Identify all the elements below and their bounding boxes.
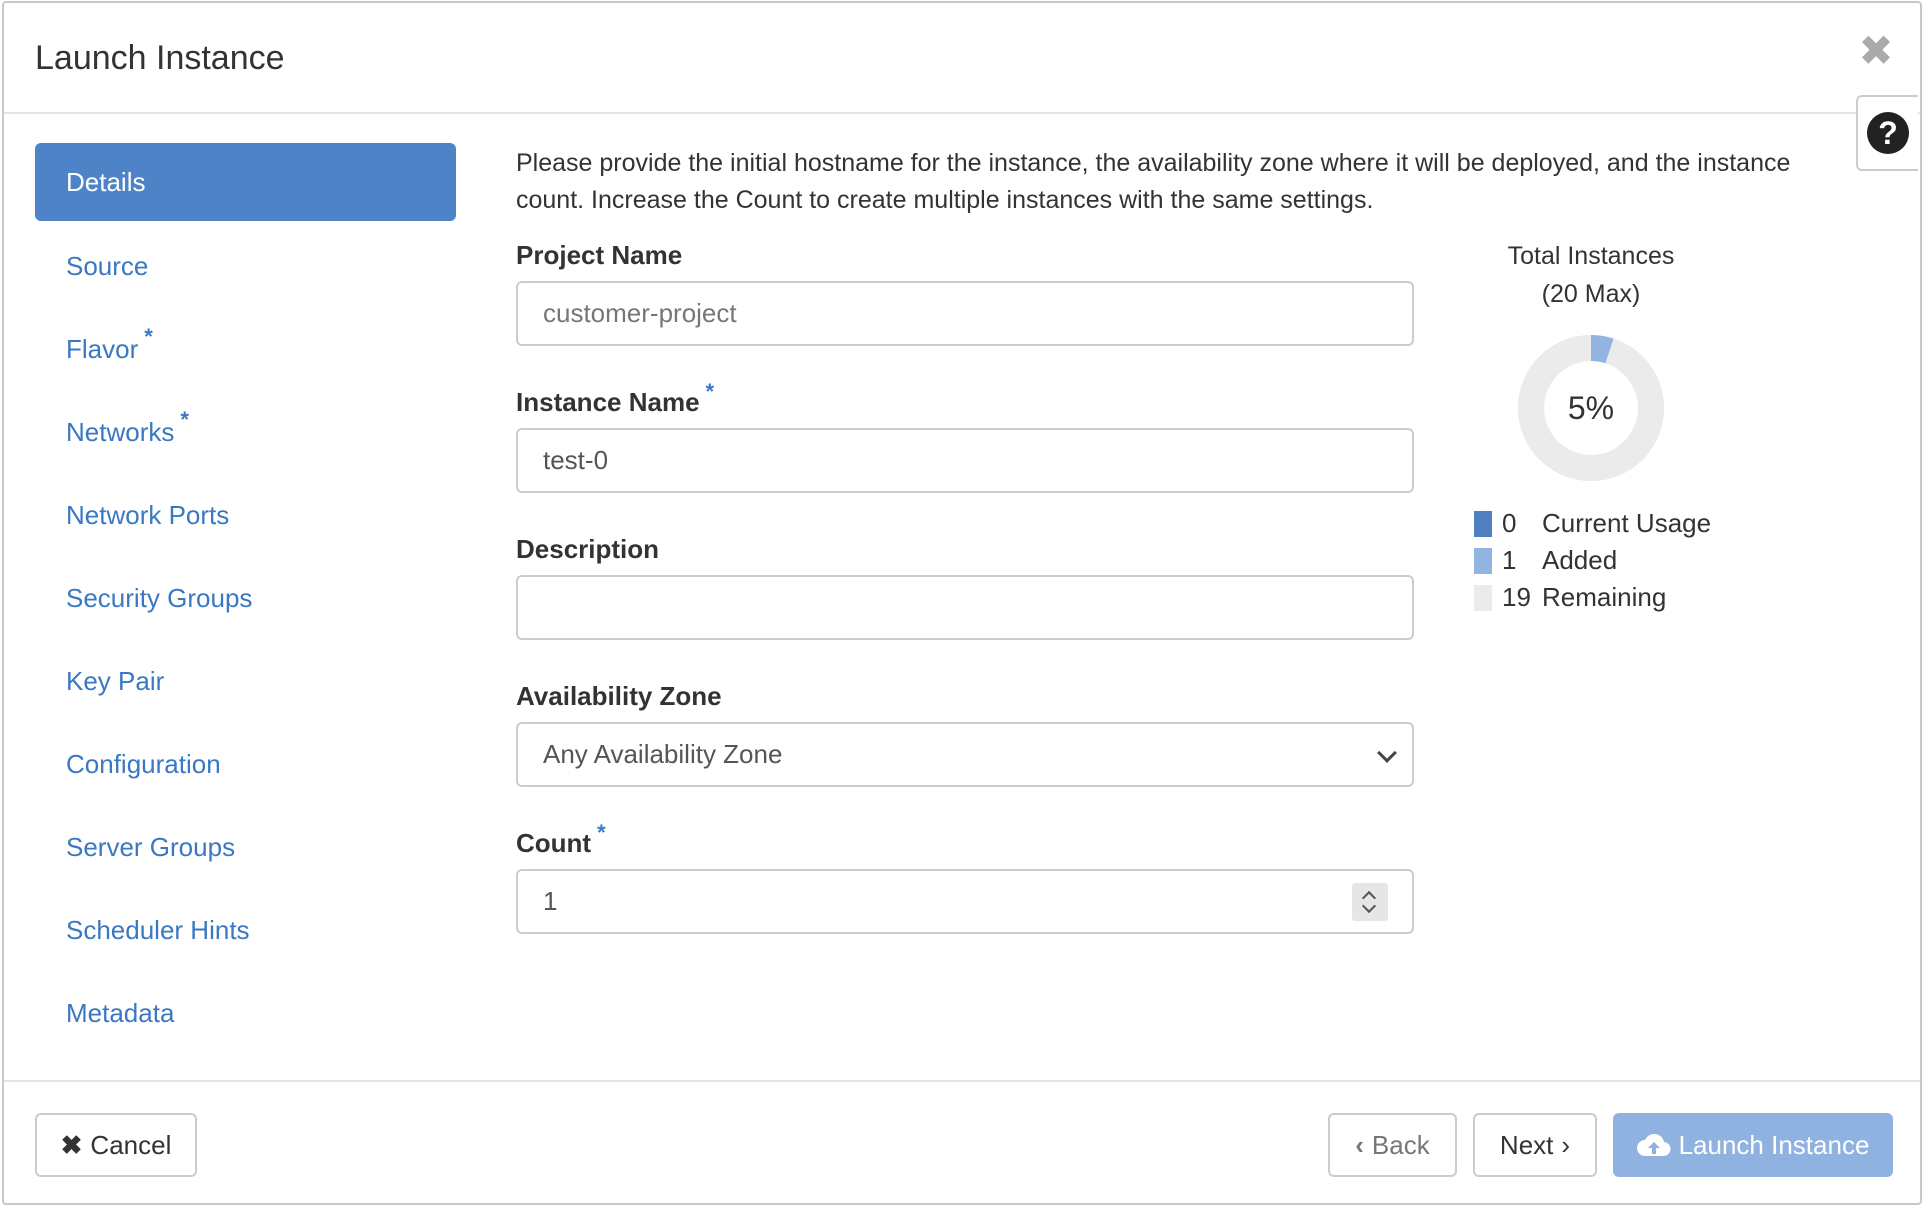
launch-instance-modal: Launch Instance ✖ ? Details Source Flavor *… <box>2 1 1922 1205</box>
help-button[interactable]: ? <box>1856 95 1918 171</box>
sidebar-item-details[interactable]: Details <box>35 143 456 221</box>
count-input[interactable]: 1 <box>516 869 1414 934</box>
count-value: 1 <box>543 886 558 916</box>
sidebar-item-label: Networks <box>66 416 175 447</box>
next-button[interactable]: Next › <box>1473 1113 1597 1177</box>
intro-text: Please provide the initial hostname for … <box>516 149 1791 214</box>
chart-subtitle: (20 Max) <box>1541 280 1641 308</box>
chevron-right-icon: › <box>1561 1129 1571 1160</box>
sidebar-item-label: Metadata <box>66 997 175 1028</box>
next-label: Next <box>1499 1129 1554 1160</box>
count-stepper[interactable] <box>1352 883 1388 921</box>
question-circle-icon: ? <box>1867 112 1909 154</box>
legend-value: 1 <box>1502 545 1517 575</box>
legend-entry: 0 Current Usage <box>1474 505 1711 542</box>
details-form: Project Name customer-project Instance N… <box>516 235 1414 970</box>
sidebar-item-flavor[interactable]: Flavor * <box>35 310 456 388</box>
total-instances-chart: Total Instances (20 Max) 5% <box>1464 237 1718 481</box>
legend-label: Current Usage <box>1542 508 1712 538</box>
close-icon: ✖ <box>60 1129 83 1160</box>
availability-zone-select[interactable]: Any Availability Zone <box>516 722 1414 787</box>
launch-instance-button[interactable]: Launch Instance <box>1613 1113 1893 1177</box>
instance-name-label: Instance Name * <box>516 379 715 417</box>
sidebar-item-network-ports[interactable]: Network Ports <box>35 476 456 554</box>
modal-footer-divider <box>4 1080 1920 1082</box>
launch-label: Launch Instance <box>1678 1129 1870 1160</box>
sidebar-item-label: Details <box>66 166 146 197</box>
cancel-label: Cancel <box>90 1129 172 1160</box>
back-label: Back <box>1371 1129 1430 1160</box>
legend-entry: 19 Remaining <box>1474 579 1711 616</box>
modal-title: Launch Instance <box>35 39 285 77</box>
project-name-field[interactable]: customer-project <box>516 281 1414 346</box>
wizard-sidebar: Details Source Flavor * Networks * Network Por… <box>35 143 456 1057</box>
sidebar-item-source[interactable]: Source <box>35 227 456 305</box>
chevron-down-icon <box>1377 743 1397 763</box>
modal-header: Launch Instance ✖ <box>4 3 1920 114</box>
required-indicator: * <box>180 407 189 432</box>
sidebar-item-label: Flavor <box>66 333 139 364</box>
legend-value: 0 <box>1502 508 1517 538</box>
availability-zone-value: Any Availability Zone <box>543 739 783 769</box>
legend-swatch <box>1474 584 1492 611</box>
sidebar-item-networks[interactable]: Networks * <box>35 393 456 471</box>
availability-zone-label: Availability Zone <box>516 681 722 711</box>
chevron-left-icon: ‹ <box>1355 1129 1364 1160</box>
sidebar-item-label: Configuration <box>66 748 221 779</box>
instance-name-value: test-0 <box>543 445 609 475</box>
legend-entry: 1 Added <box>1474 542 1711 579</box>
description-label: Description <box>516 534 660 564</box>
sidebar-item-label: Source <box>66 250 149 281</box>
chart-legend: 0 Current Usage 1 Added 19 Remaining <box>1474 505 1711 616</box>
sidebar-item-security-groups[interactable]: Security Groups <box>35 559 456 637</box>
sidebar-item-label: Key Pair <box>66 665 165 696</box>
instance-name-input[interactable]: test-0 <box>516 428 1414 493</box>
sidebar-item-key-pair[interactable]: Key Pair <box>35 642 456 720</box>
required-indicator: * <box>144 324 153 349</box>
chart-title: Total Instances <box>1507 242 1675 270</box>
sidebar-item-label: Network Ports <box>66 499 230 530</box>
sidebar-item-label: Security Groups <box>66 582 253 613</box>
sidebar-item-server-groups[interactable]: Server Groups <box>35 808 456 886</box>
cloud-upload-icon <box>1636 1133 1671 1157</box>
legend-label: Added <box>1542 545 1618 575</box>
legend-value: 19 <box>1502 582 1531 612</box>
sidebar-item-label: Server Groups <box>66 831 236 862</box>
back-button[interactable]: ‹ Back <box>1328 1113 1457 1177</box>
project-name-value: customer-project <box>543 298 737 328</box>
donut-center-label: 5% <box>1567 390 1615 426</box>
sidebar-item-scheduler-hints[interactable]: Scheduler Hints <box>35 891 456 969</box>
cancel-button[interactable]: ✖ Cancel <box>35 1113 197 1177</box>
description-input[interactable] <box>516 575 1414 640</box>
legend-swatch <box>1474 547 1492 574</box>
legend-label: Remaining <box>1542 582 1667 612</box>
count-label: Count * <box>516 820 606 858</box>
project-name-label: Project Name <box>516 240 683 270</box>
sidebar-item-configuration[interactable]: Configuration <box>35 725 456 803</box>
sidebar-item-metadata[interactable]: Metadata <box>35 974 456 1052</box>
sidebar-item-label: Scheduler Hints <box>66 914 250 945</box>
close-icon[interactable]: ✖ <box>1856 30 1896 72</box>
legend-swatch <box>1474 510 1492 537</box>
donut-chart: 5% <box>1518 335 1664 481</box>
